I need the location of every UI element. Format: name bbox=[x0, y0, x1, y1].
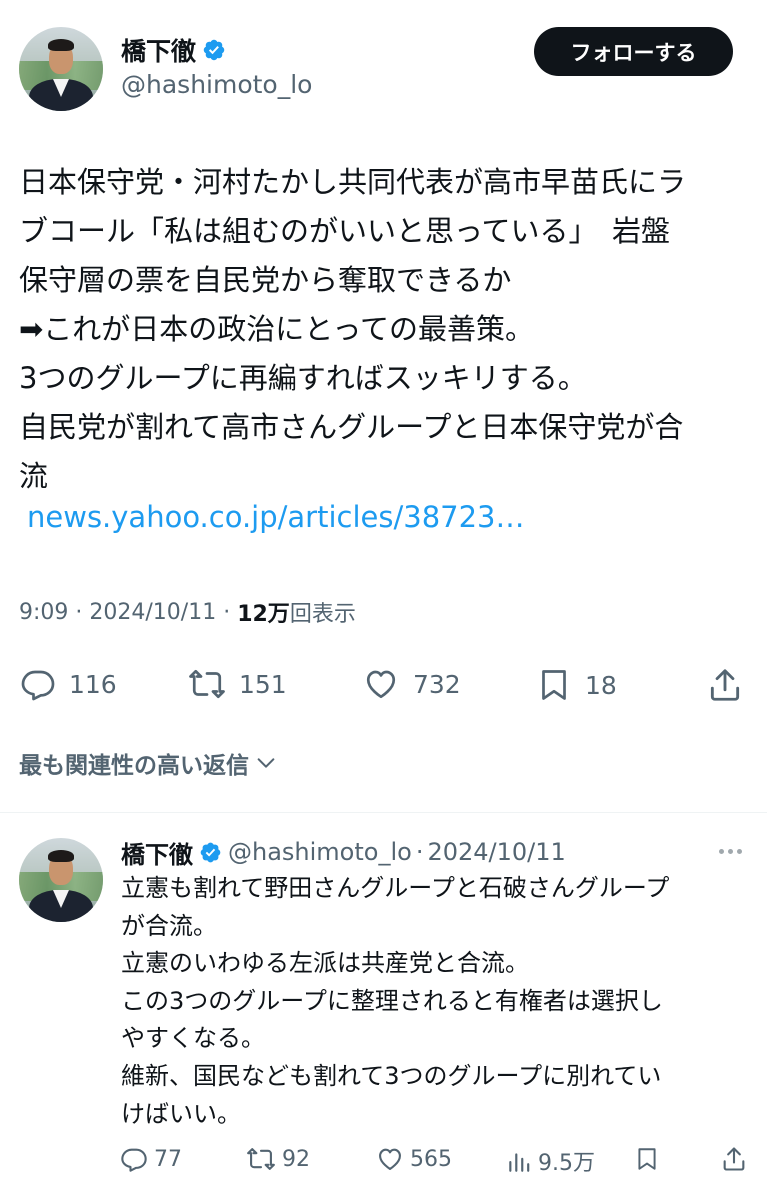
divider bbox=[0, 812, 767, 813]
reply-views-count: 9.5万 bbox=[538, 1151, 595, 1176]
tweet-text-line: 自民党が割れて高市さんグループと日本保守党が合 bbox=[19, 410, 684, 444]
article-link[interactable]: news.yahoo.co.jp/articles/38723… bbox=[27, 500, 525, 534]
reply-text-line: 維新、国民なども割れて3つのグループに別れてい bbox=[121, 1061, 662, 1090]
reply-header: 橋下徹 @hashimoto_lo · 2024/10/11 bbox=[121, 834, 566, 870]
reply-author-avatar[interactable] bbox=[19, 838, 103, 922]
reply-repost-button[interactable]: 92 bbox=[246, 1145, 310, 1173]
like-icon bbox=[379, 1148, 401, 1170]
reply-reply-button[interactable]: 77 bbox=[120, 1145, 182, 1173]
repost-button[interactable]: 151 bbox=[188, 666, 287, 702]
tweet-text-line: 日本保守党・河村たかし共同代表が高市早苗氏にラ bbox=[19, 165, 687, 199]
author-handle[interactable]: @hashimoto_lo bbox=[121, 70, 312, 99]
reply-bookmark-button[interactable] bbox=[634, 1145, 660, 1173]
reply-views-button[interactable]: 9.5万 bbox=[506, 1145, 595, 1177]
author-name-row[interactable]: 橋下徹 bbox=[121, 33, 226, 67]
more-icon bbox=[718, 848, 724, 854]
more-options-button[interactable] bbox=[713, 838, 747, 864]
views-label: 回表示 bbox=[289, 602, 356, 627]
bookmark-icon bbox=[638, 1148, 656, 1170]
reply-icon bbox=[21, 670, 55, 701]
reply-share-button[interactable] bbox=[720, 1145, 748, 1173]
repost-icon bbox=[189, 669, 225, 699]
tweet-action-bar: 116 151 732 18 bbox=[0, 660, 767, 706]
tweet-text: 日本保守党・河村たかし共同代表が高市早苗氏にラ ブコール「私は組むのがいいと思っ… bbox=[19, 158, 731, 501]
tweet-text-line: 保守層の票を自民党から奪取できるか bbox=[19, 263, 512, 297]
reply-reply-count: 77 bbox=[154, 1146, 182, 1172]
reply-author-handle[interactable]: @hashimoto_lo bbox=[228, 838, 412, 866]
bookmark-button[interactable]: 18 bbox=[536, 666, 617, 704]
views-icon bbox=[509, 1153, 530, 1172]
reply-author-display-name[interactable]: 橋下徹 bbox=[121, 835, 193, 870]
repost-count: 151 bbox=[239, 669, 287, 699]
share-icon bbox=[710, 669, 740, 701]
tweet-time[interactable]: 9:09 bbox=[19, 600, 68, 625]
tweet-meta: 9:09 · 2024/10/11 · 12万 回表示 bbox=[19, 596, 356, 628]
like-count: 732 bbox=[413, 669, 461, 699]
reply-text-line: けばいい。 bbox=[121, 1099, 241, 1128]
reply-date[interactable]: 2024/10/11 bbox=[427, 838, 565, 866]
bookmark-icon bbox=[542, 670, 566, 700]
chevron-down-icon bbox=[257, 758, 275, 768]
author-avatar[interactable] bbox=[19, 27, 103, 111]
verified-badge-icon bbox=[203, 39, 225, 61]
tweet-text-line: 流 bbox=[19, 459, 49, 493]
reply-text: 立憲も割れて野田さんグループと石破さんグループ が合流。 立憲のいわゆる左派は共… bbox=[121, 870, 751, 1133]
tweet-date[interactable]: 2024/10/11 bbox=[89, 600, 216, 625]
reply-text-line: が合流。 bbox=[121, 911, 217, 940]
reply-button[interactable]: 116 bbox=[20, 666, 117, 702]
reply-action-bar: 77 92 565 9.5万 bbox=[0, 1143, 767, 1177]
reply-icon bbox=[121, 1148, 147, 1172]
verified-badge-icon bbox=[200, 842, 221, 862]
reply-text-line: 立憲も割れて野田さんグループと石破さんグループ bbox=[121, 874, 670, 902]
author-display-name[interactable]: 橋下徹 bbox=[121, 32, 196, 68]
reply-text-line: この3つのグループに整理されると有権者は選択し bbox=[121, 986, 663, 1015]
share-button[interactable] bbox=[706, 666, 744, 704]
reply-text-line: 立憲のいわゆる左派は共産党と合流。 bbox=[121, 949, 529, 978]
tweet-text-line: ➡︎これが日本の政治にとっての最善策。 bbox=[19, 312, 534, 346]
reply-like-button[interactable]: 565 bbox=[376, 1145, 452, 1173]
follow-button[interactable]: フォローする bbox=[534, 27, 733, 76]
tweet-text-line: 3つのグループに再編すればスッキリする。 bbox=[19, 361, 587, 395]
tweet-text-line: ブコール「私は組むのがいいと思っている」 岩盤 bbox=[19, 214, 671, 248]
share-icon bbox=[723, 1147, 745, 1171]
header-separator: · bbox=[415, 838, 424, 866]
bookmark-count: 18 bbox=[585, 670, 617, 700]
meta-separator: · bbox=[68, 599, 90, 625]
like-button[interactable]: 732 bbox=[362, 666, 461, 702]
like-icon bbox=[366, 670, 396, 699]
reply-repost-count: 92 bbox=[282, 1146, 310, 1172]
meta-separator: · bbox=[216, 599, 238, 625]
replies-sort-dropdown[interactable]: 最も関連性の高い返信 bbox=[19, 746, 277, 780]
views-count: 12万 bbox=[237, 602, 290, 627]
reply-text-line: やすくなる。 bbox=[121, 1024, 265, 1053]
repost-icon bbox=[247, 1148, 275, 1170]
reply-like-count: 565 bbox=[410, 1146, 452, 1172]
replies-sort-label: 最も関連性の高い返信 bbox=[19, 753, 249, 779]
reply-count: 116 bbox=[69, 669, 117, 699]
